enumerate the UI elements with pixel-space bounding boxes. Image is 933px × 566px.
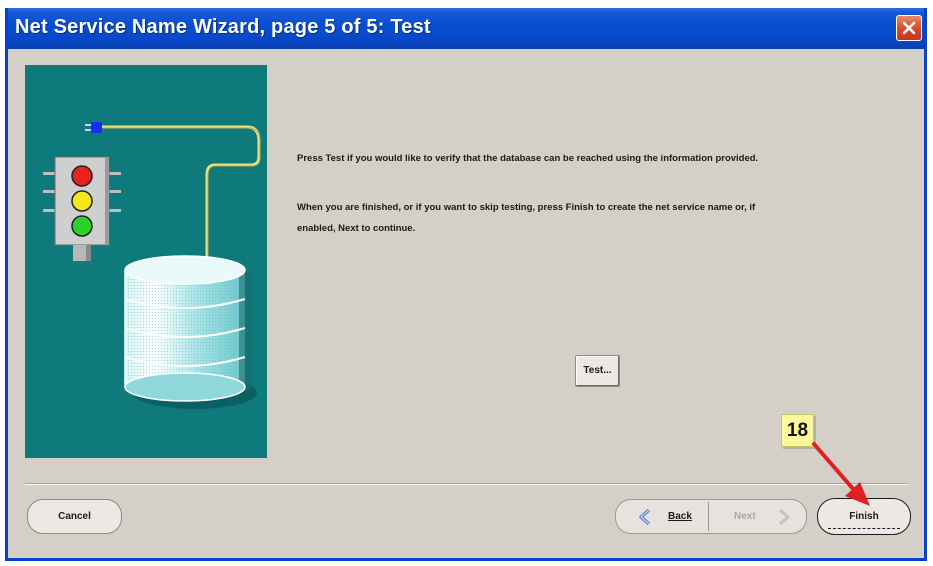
finish-button[interactable]: Finish — [817, 498, 911, 535]
illustration-art — [43, 122, 261, 409]
title-bar[interactable]: Net Service Name Wizard, page 5 of 5: Te… — [8, 8, 924, 49]
finish-instructions-text: When you are finished, or if you want to… — [297, 197, 755, 239]
plug-icon — [85, 122, 102, 133]
test-instructions-text: Press Test if you would like to verify t… — [297, 153, 759, 164]
database-icon — [124, 255, 257, 409]
traffic-light-icon — [43, 156, 121, 261]
step-badge: 18 — [781, 414, 814, 447]
next-button[interactable]: Next — [712, 502, 802, 531]
cancel-button[interactable]: Cancel — [27, 499, 122, 534]
close-button[interactable] — [896, 15, 922, 41]
next-label: Next — [734, 511, 756, 522]
close-icon — [902, 21, 916, 35]
navigation-buttons: Back Next — [615, 499, 807, 534]
test-button[interactable]: Test... — [575, 355, 620, 387]
wizard-illustration — [25, 65, 267, 458]
back-button[interactable]: Back — [618, 502, 709, 531]
window-title: Net Service Name Wizard, page 5 of 5: Te… — [15, 16, 431, 38]
back-label: Back — [668, 511, 692, 522]
finish-instructions-line1: When you are finished, or if you want to… — [297, 202, 756, 213]
button-divider — [25, 483, 907, 485]
next-arrow-icon — [778, 508, 790, 526]
finish-instructions-line2: enabled, Next to continue. — [297, 223, 416, 234]
back-arrow-icon — [639, 508, 651, 526]
finish-label: Finish — [849, 511, 879, 522]
